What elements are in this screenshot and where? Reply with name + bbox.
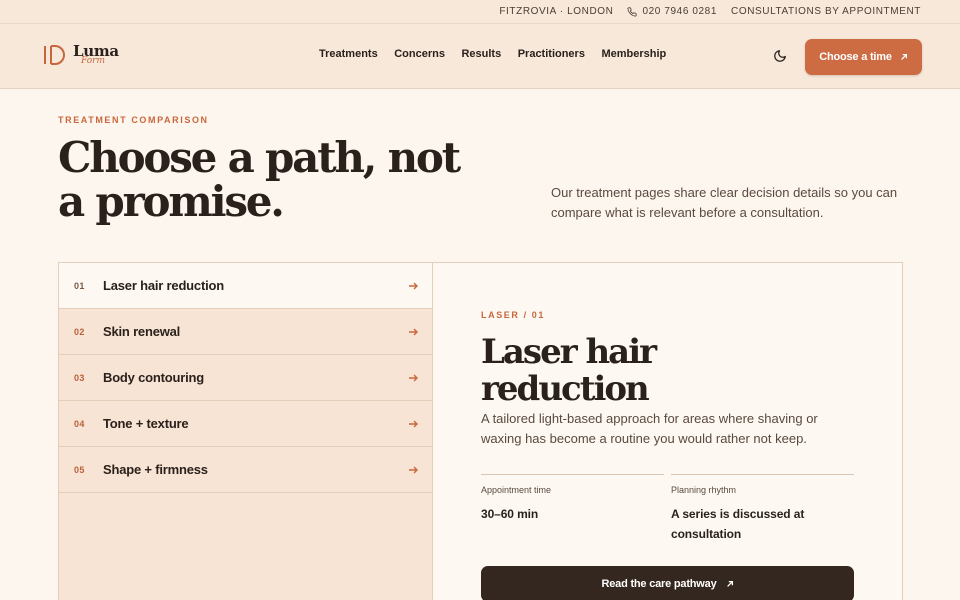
arrow-right-icon [409,328,418,335]
treatment-label: Body contouring [103,370,204,385]
choose-time-button[interactable]: Choose a time [805,39,922,75]
page-title: Choose a path, not a promise. [58,133,461,226]
meta-value: 30–60 min [481,507,539,521]
treatment-label: Skin renewal [103,324,181,339]
arrow-right-icon [409,466,418,473]
meta-key: Planning rhythm [671,485,737,495]
phone-link[interactable]: 020 7946 0281 [627,6,717,17]
treatment-item-tone-texture[interactable]: 04 Tone + texture [59,401,432,447]
meta-appointment-time: Appointment time 30–60 min [481,474,664,524]
meta-planning-rhythm: Planning rhythm A series is discussed at… [671,474,854,544]
treatment-label: Tone + texture [103,416,189,431]
arrow-right-icon [409,420,418,427]
consultation-note: CONSULTATIONS BY APPOINTMENT [731,6,921,17]
main-nav: Treatments Concerns Results Practitioner… [319,48,683,60]
arrow-up-right-icon [900,53,907,60]
care-pathway-button[interactable]: Read the care pathway [481,566,854,600]
hero-eyebrow: TREATMENT COMPARISON [58,115,209,125]
phone-icon [627,6,638,17]
arrow-right-icon [409,282,418,289]
utility-bar: FITZROVIA · LONDON 020 7946 0281 CONSULT… [0,0,960,24]
treatment-number: 03 [74,372,85,383]
treatment-label: Shape + firmness [103,462,208,477]
detail-eyebrow: LASER / 01 [481,310,546,320]
site-header: Luma Form Treatments Concerns Results Pr… [0,24,960,89]
treatment-item-body-contouring[interactable]: 03 Body contouring [59,355,432,401]
brand-logo[interactable]: Luma Form [43,44,119,66]
treatment-label: Laser hair reduction [103,278,224,293]
nav-item-treatments[interactable]: Treatments [319,48,378,60]
detail-description: A tailored light-based approach for area… [481,411,818,446]
moon-icon[interactable] [773,49,787,63]
treatment-number: 02 [74,326,85,337]
location-text: FITZROVIA · LONDON [499,6,614,17]
care-pathway-label: Read the care pathway [601,578,717,590]
phone-number: 020 7946 0281 [642,6,718,17]
nav-item-concerns[interactable]: Concerns [394,48,445,60]
treatment-number: 05 [74,464,85,475]
treatment-item-laser[interactable]: 01 Laser hair reduction [59,263,432,309]
treatment-item-shape-firmness[interactable]: 05 Shape + firmness [59,447,432,493]
choose-time-label: Choose a time [819,51,892,63]
treatment-number: 04 [74,418,85,429]
arrow-up-right-icon [726,580,733,587]
meta-value: A series is discussed at consultation [671,507,805,541]
meta-key: Appointment time [481,485,552,495]
treatment-item-skin-renewal[interactable]: 02 Skin renewal [59,309,432,355]
logo-mark-icon [44,45,65,65]
treatment-number: 01 [74,280,85,291]
nav-item-practitioners[interactable]: Practitioners [518,48,585,60]
nav-item-membership[interactable]: Membership [601,48,666,60]
hero-subtitle: Our treatment pages share clear decision… [551,185,898,220]
nav-item-results[interactable]: Results [461,48,501,60]
arrow-right-icon [409,374,418,381]
detail-title: Laser hair reduction [481,332,657,409]
treatment-list: 01 Laser hair reduction 02 Skin renewal … [59,263,433,600]
